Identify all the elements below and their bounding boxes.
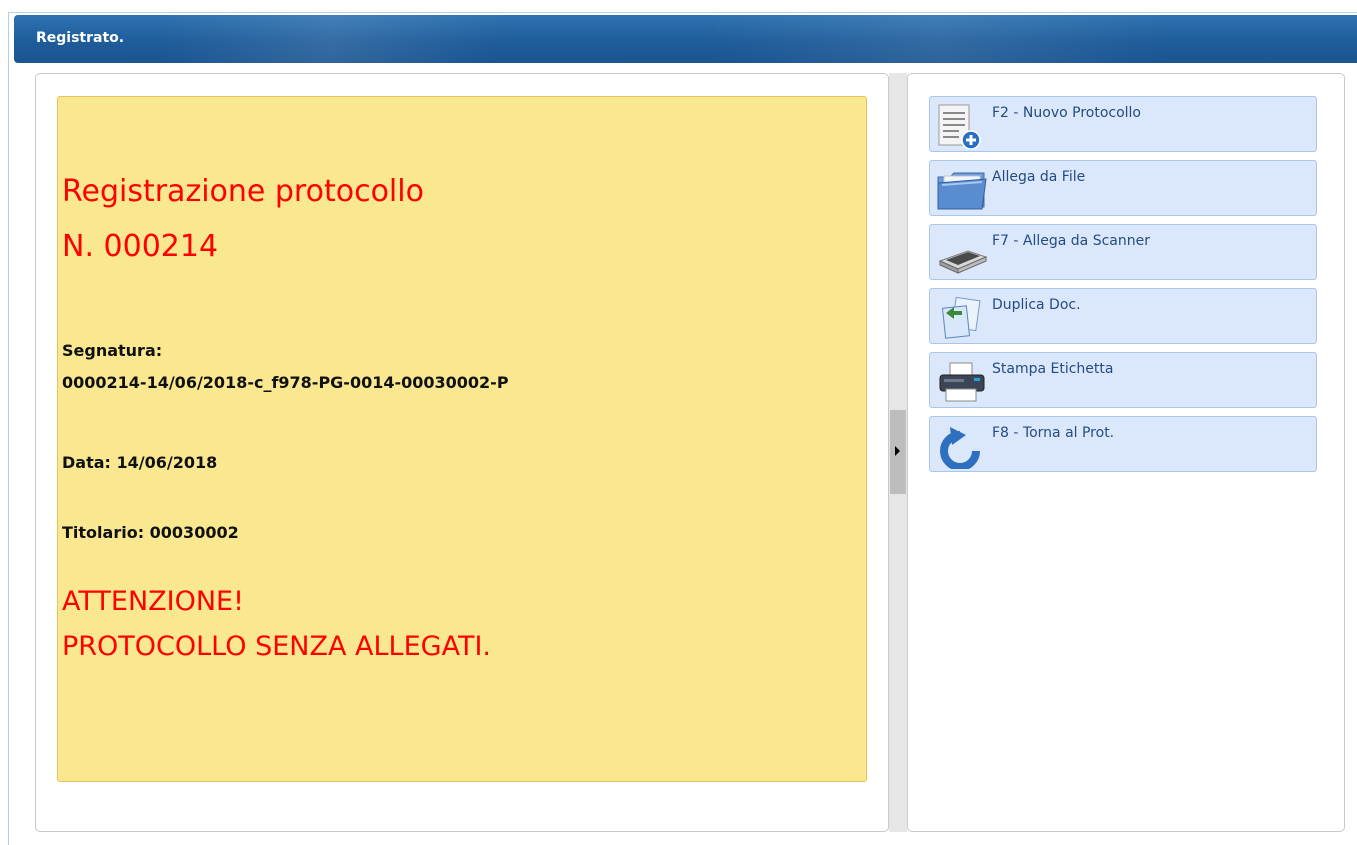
duplicate-icon	[936, 295, 988, 341]
attach-from-scanner-label: F7 - Allega da Scanner	[992, 233, 1150, 249]
segnatura-value: 0000214-14/06/2018-c_f978-PG-0014-000300…	[62, 373, 509, 392]
collapse-arrow-icon[interactable]	[895, 446, 900, 456]
new-protocol-icon	[936, 103, 988, 150]
window-titlebar: Registrato.	[14, 15, 1357, 63]
registration-notice: Registrazione protocollo N. 000214 Segna…	[57, 96, 867, 782]
heading-line-1: Registrazione protocollo	[62, 174, 424, 209]
date-line: Data: 14/06/2018	[62, 453, 218, 472]
warning-line-2: PROTOCOLLO SENZA ALLEGATI.	[62, 631, 491, 662]
titlebar-decoration	[714, 15, 1214, 63]
new-protocol-label: F2 - Nuovo Protocollo	[992, 105, 1141, 121]
duplicate-doc-label: Duplica Doc.	[992, 297, 1081, 313]
back-arrow-icon	[936, 423, 988, 471]
registration-heading: Registrazione protocollo N. 000214	[62, 164, 424, 274]
folder-icon	[936, 167, 988, 213]
panel-splitter[interactable]	[889, 73, 907, 832]
window-title: Registrato.	[36, 30, 125, 46]
registration-panel: Registrazione protocollo N. 000214 Segna…	[35, 73, 889, 832]
back-to-protocol-button[interactable]: F8 - Torna al Prot.	[929, 416, 1317, 472]
protocol-number: N. 000214	[62, 229, 219, 264]
back-to-protocol-label: F8 - Torna al Prot.	[992, 425, 1115, 441]
attach-from-file-button[interactable]: Allega da File	[929, 160, 1317, 216]
attach-from-file-label: Allega da File	[992, 169, 1086, 185]
new-protocol-button[interactable]: F2 - Nuovo Protocollo	[929, 96, 1317, 152]
printer-icon	[936, 359, 988, 405]
attach-from-scanner-button[interactable]: F7 - Allega da Scanner	[929, 224, 1317, 280]
scanner-icon	[936, 231, 988, 277]
actions-panel: F2 - Nuovo Protocollo Allega da File F7 …	[907, 73, 1345, 832]
print-label-button[interactable]: Stampa Etichetta	[929, 352, 1317, 408]
duplicate-doc-button[interactable]: Duplica Doc.	[929, 288, 1317, 344]
segnatura-label: Segnatura:	[62, 341, 163, 360]
no-attachments-warning: ATTENZIONE! PROTOCOLLO SENZA ALLEGATI.	[62, 579, 491, 669]
titolario-line: Titolario: 00030002	[62, 523, 239, 542]
warning-line-1: ATTENZIONE!	[62, 586, 244, 617]
titlebar-decoration	[164, 15, 584, 63]
print-label-label: Stampa Etichetta	[992, 361, 1114, 377]
